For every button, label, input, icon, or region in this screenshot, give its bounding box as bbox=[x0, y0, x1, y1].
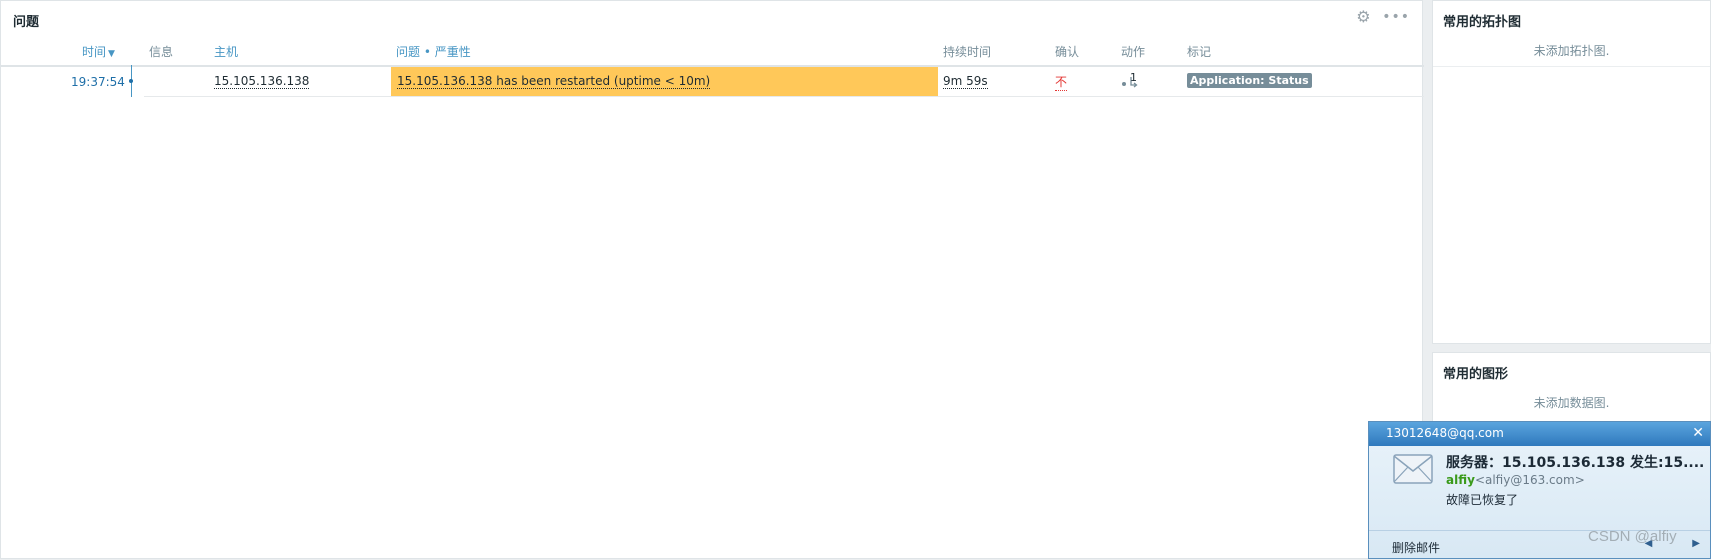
problems-table-header: 时间 ▼ 信息 主机 问题 • 严重性 持续时间 确认 动作 标记 bbox=[1, 39, 1424, 67]
column-host[interactable]: 主机 bbox=[214, 43, 238, 60]
sender-name: alfiy bbox=[1446, 473, 1475, 487]
envelope-icon bbox=[1393, 454, 1433, 484]
problems-widget-title: 问题 bbox=[13, 15, 40, 30]
column-info: 信息 bbox=[149, 45, 174, 59]
column-duration: 持续时间 bbox=[943, 45, 992, 59]
widget-header-icons: ⚙ ••• bbox=[1356, 9, 1410, 26]
notification-body: 故障已恢复了 bbox=[1446, 493, 1519, 507]
problem-time[interactable]: 19:37:54 bbox=[71, 75, 125, 89]
problem-host[interactable]: 15.105.136.138 bbox=[214, 74, 310, 89]
tag-badge[interactable]: Application: Status bbox=[1187, 73, 1312, 88]
notification-sender: alfiy<alfiy@163.com> bbox=[1446, 473, 1585, 487]
ack-link[interactable]: 不 bbox=[1055, 73, 1068, 91]
problem-name[interactable]: 15.105.136.138 has been restarted (uptim… bbox=[397, 74, 711, 89]
watermark: CSDN @alfiy bbox=[1588, 528, 1677, 545]
notification-header: 13012648@qq.com ✕ bbox=[1369, 422, 1710, 446]
actions-count: 1 bbox=[1130, 71, 1137, 84]
favourite-maps-empty: 未添加拓扑图. bbox=[1533, 44, 1610, 58]
delete-mail-link[interactable]: 删除邮件 bbox=[1392, 539, 1440, 556]
sort-desc-icon: ▼ bbox=[108, 49, 115, 59]
column-actions: 动作 bbox=[1121, 45, 1146, 59]
close-icon[interactable]: ✕ bbox=[1692, 425, 1704, 441]
next-arrow-icon[interactable]: ▶ bbox=[1692, 538, 1700, 549]
column-time[interactable]: 时间 ▼ bbox=[82, 43, 115, 60]
notification-account: 13012648@qq.com bbox=[1386, 426, 1504, 440]
favourite-maps-title: 常用的拓扑图 bbox=[1443, 15, 1522, 30]
favourite-maps-widget: 常用的拓扑图 未添加拓扑图. bbox=[1432, 0, 1711, 344]
problems-widget: 问题 ⚙ ••• 时间 ▼ 信息 主机 问题 • 严重性 持续时间 确认 动作 标… bbox=[0, 0, 1424, 559]
column-tags: 标记 bbox=[1187, 45, 1212, 59]
column-time-label: 时间 bbox=[82, 45, 107, 59]
favourite-graphs-empty: 未添加数据图. bbox=[1533, 396, 1610, 410]
divider bbox=[1433, 66, 1710, 67]
actions-indicator[interactable]: 1 bbox=[1121, 71, 1139, 89]
timeline-dot bbox=[129, 79, 133, 83]
more-options-icon[interactable]: ••• bbox=[1382, 9, 1410, 25]
row-divider bbox=[144, 96, 1424, 97]
notification-subject[interactable]: 服务器：15.105.136.138 发生:15.... bbox=[1446, 452, 1710, 472]
gear-icon[interactable]: ⚙ bbox=[1356, 9, 1372, 25]
favourite-graphs-title: 常用的图形 bbox=[1443, 367, 1509, 382]
column-problem-severity[interactable]: 问题 • 严重性 bbox=[396, 43, 471, 60]
column-ack: 确认 bbox=[1055, 45, 1080, 59]
problem-duration[interactable]: 9m 59s bbox=[943, 74, 988, 89]
problem-severity-cell: 15.105.136.138 has been restarted (uptim… bbox=[391, 67, 938, 97]
sender-email: <alfiy@163.com> bbox=[1474, 473, 1585, 487]
table-row: 19:37:54 15.105.136.138 15.105.136.138 h… bbox=[1, 65, 1424, 97]
